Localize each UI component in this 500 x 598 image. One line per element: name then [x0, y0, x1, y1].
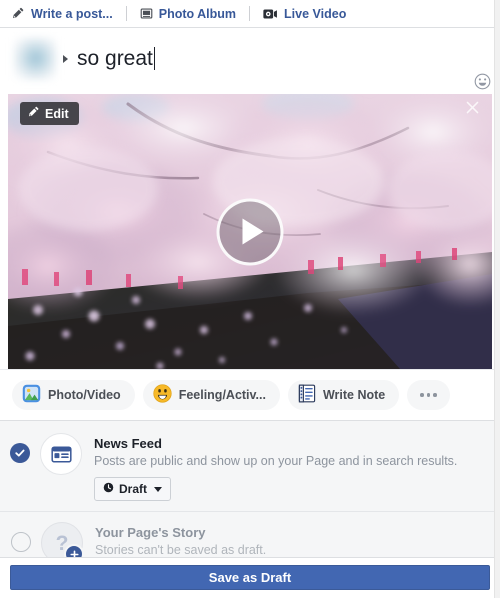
photo-album-icon	[140, 7, 153, 20]
page-story-title: Your Page's Story	[95, 525, 206, 540]
feeling-activity-label: Feeling/Activ...	[178, 388, 266, 402]
audience-caret-icon[interactable]	[63, 55, 68, 63]
edit-video-button[interactable]: Edit	[20, 102, 79, 125]
check-icon	[15, 449, 25, 457]
top-toolbar: Write a post... Photo Album Live Video	[0, 0, 500, 28]
smiley-icon[interactable]	[474, 73, 491, 90]
news-feed-icon	[40, 433, 82, 475]
live-video-tab[interactable]: Live Video	[259, 7, 350, 21]
write-a-post-tab[interactable]: Write a post...	[8, 7, 117, 21]
news-feed-radio-selected[interactable]	[10, 443, 30, 463]
feeling-activity-button[interactable]: Feeling/Activ...	[142, 380, 280, 410]
page-story-body: Your Page's Story Stories can't be saved…	[95, 522, 266, 559]
write-note-button[interactable]: Write Note	[287, 380, 400, 410]
save-as-draft-button[interactable]: Save as Draft	[10, 565, 490, 590]
footer-bar: Save as Draft	[0, 557, 500, 598]
play-triangle	[242, 218, 264, 245]
destinations-panel: News Feed Posts are public and show up o…	[0, 420, 500, 576]
video-preview[interactable]: Edit	[8, 94, 492, 369]
live-video-label: Live Video	[284, 6, 347, 21]
clock-icon	[103, 482, 114, 496]
news-feed-body: News Feed Posts are public and show up o…	[94, 433, 457, 501]
photo-video-label: Photo/Video	[48, 388, 121, 402]
text-cursor	[153, 47, 156, 70]
composer-input[interactable]: so great	[77, 46, 156, 72]
destination-news-feed[interactable]: News Feed Posts are public and show up o…	[0, 421, 500, 511]
photo-album-label: Photo Album	[158, 6, 237, 21]
composer-text: so great	[77, 47, 153, 70]
photo-video-icon	[22, 384, 41, 406]
toolbar-divider-1	[125, 6, 127, 21]
photo-album-tab[interactable]: Photo Album	[136, 7, 240, 21]
composer[interactable]: so great	[0, 28, 500, 94]
news-feed-title: News Feed	[94, 436, 162, 451]
pencil-icon	[12, 7, 25, 20]
draft-schedule-dropdown[interactable]: Draft	[94, 477, 172, 501]
close-icon[interactable]	[465, 100, 480, 115]
ellipsis-icon	[420, 393, 437, 397]
feeling-icon	[153, 384, 172, 406]
write-note-label: Write Note	[322, 388, 386, 402]
edit-label: Edit	[45, 106, 69, 121]
play-icon[interactable]	[216, 198, 284, 265]
toolbar-divider-2	[249, 6, 251, 21]
draft-label: Draft	[119, 482, 148, 496]
note-icon	[298, 384, 316, 406]
write-a-post-label: Write a post...	[31, 6, 113, 21]
pencil-icon	[28, 106, 40, 121]
composer-row: so great	[10, 38, 490, 80]
page-story-radio-unselected[interactable]	[11, 532, 31, 552]
chevron-down-icon	[154, 486, 163, 492]
live-video-icon	[263, 8, 278, 20]
action-bar: Photo/Video Feeling/Activ... Write Note	[0, 369, 500, 420]
avatar	[14, 38, 56, 80]
scrollbar[interactable]	[494, 0, 500, 598]
more-options-button[interactable]	[407, 380, 450, 410]
news-feed-subtitle: Posts are public and show up on your Pag…	[94, 454, 458, 468]
photo-video-button[interactable]: Photo/Video	[12, 380, 135, 410]
